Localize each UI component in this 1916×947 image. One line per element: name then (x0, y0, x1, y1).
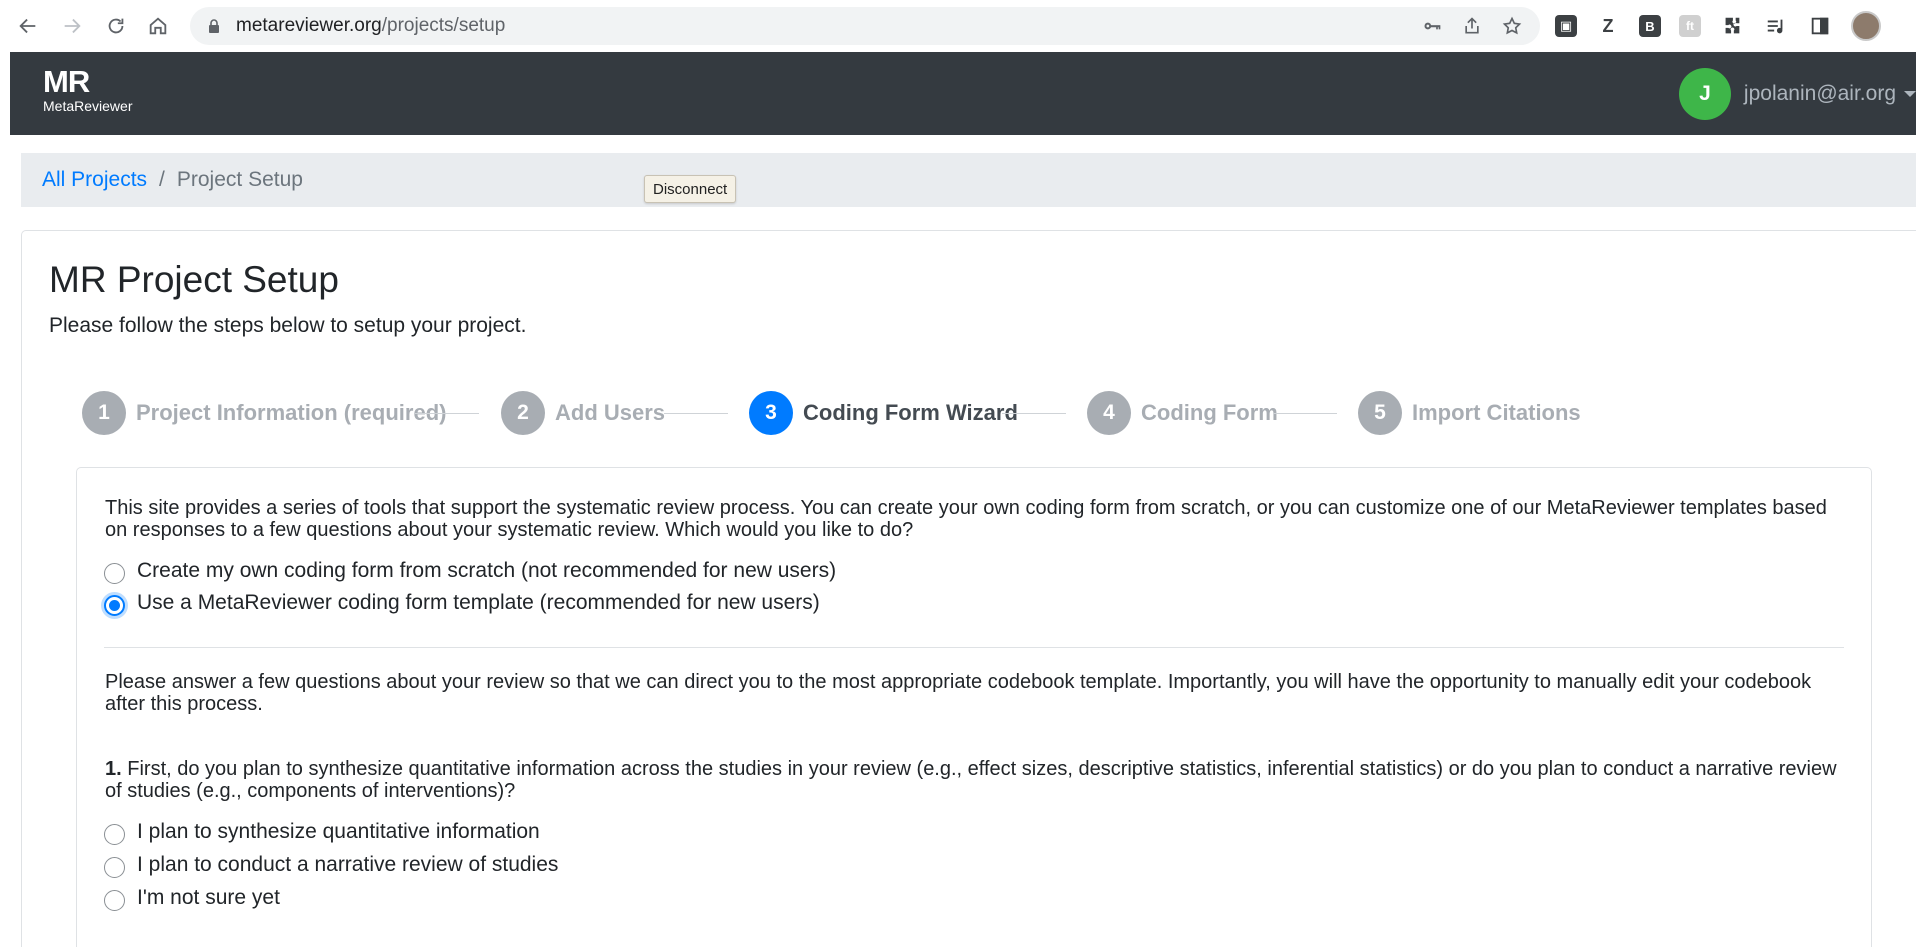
step-import-citations[interactable]: 5 Import Citations (1358, 391, 1581, 435)
user-email[interactable]: jpolanin@air.org (1744, 82, 1896, 106)
star-icon[interactable] (1502, 16, 1522, 36)
wizard-intro: This site provides a series of tools tha… (105, 497, 1827, 541)
user-avatar[interactable]: J (1678, 68, 1731, 120)
step-connector (664, 413, 728, 414)
step-add-users[interactable]: 2 Add Users (501, 391, 665, 435)
wizard-instructions: Please answer a few questions about your… (105, 671, 1812, 715)
key-icon[interactable] (1422, 16, 1442, 36)
url-text: metareviewer.org/projects/setup (236, 15, 506, 36)
radio-not-sure[interactable] (104, 889, 125, 911)
answer-label: I'm not sure yet (137, 886, 280, 909)
step-connector (1273, 413, 1337, 414)
question-1: 1. First, do you plan to synthesize quan… (105, 758, 1845, 802)
option-use-template[interactable]: Use a MetaReviewer coding form template … (104, 591, 820, 616)
option-label: Create my own coding form from scratch (… (137, 559, 837, 582)
extension-b-icon[interactable]: B (1639, 15, 1661, 37)
question-number: 1. (105, 758, 122, 780)
extension-z-icon[interactable]: Z (1595, 13, 1621, 39)
step-connector (1002, 413, 1066, 414)
breadcrumb-current: Project Setup (176, 168, 303, 191)
step-number: 1 (82, 391, 126, 435)
breadcrumb: All Projects / Project Setup (21, 153, 1916, 207)
browser-profile-avatar[interactable] (1851, 11, 1881, 41)
home-icon[interactable] (138, 6, 178, 46)
question-text: First, do you plan to synthesize quantit… (105, 758, 1837, 802)
setup-card: MR Project Setup Please follow the steps… (21, 230, 1916, 947)
step-coding-form-wizard[interactable]: 3 Coding Form Wizard (749, 391, 1018, 435)
lock-icon (209, 19, 219, 33)
extension-square-icon[interactable]: ▣ (1555, 15, 1577, 37)
step-connector (415, 413, 479, 414)
disconnect-tooltip[interactable]: Disconnect (644, 175, 737, 203)
puzzle-icon[interactable] (1719, 13, 1745, 39)
forward-icon[interactable] (52, 6, 92, 46)
playlist-icon[interactable] (1763, 13, 1789, 39)
brand-name: MetaReviewer (43, 98, 133, 114)
share-icon[interactable] (1462, 16, 1482, 36)
radio-quantitative[interactable] (104, 823, 125, 845)
answer-narrative[interactable]: I plan to conduct a narrative review of … (104, 853, 559, 878)
answer-label: I plan to conduct a narrative review of … (137, 853, 559, 876)
breadcrumb-all-projects[interactable]: All Projects (42, 168, 147, 192)
address-bar[interactable]: metareviewer.org/projects/setup (190, 7, 1540, 45)
brand-logo[interactable]: MR MetaReviewer (43, 64, 133, 115)
step-label: Add Users (555, 400, 666, 425)
side-panel-icon[interactable] (1807, 13, 1833, 39)
browser-toolbar: metareviewer.org/projects/setup ▣ Z B ft (0, 0, 1916, 52)
answer-not-sure[interactable]: I'm not sure yet (104, 886, 280, 911)
extension-faded-icon[interactable]: ft (1679, 15, 1701, 37)
user-menu[interactable]: J jpolanin@air.org (1678, 68, 1916, 120)
page-subtitle: Please follow the steps below to setup y… (49, 314, 527, 337)
option-create-own-form[interactable]: Create my own coding form from scratch (… (104, 559, 837, 584)
step-number: 4 (1087, 391, 1131, 435)
step-label: Coding Form (1141, 400, 1278, 425)
step-label: Coding Form Wizard (803, 400, 1018, 425)
page-title: MR Project Setup (49, 259, 339, 300)
breadcrumb-separator: / (159, 168, 165, 191)
brand-mark: MR (43, 64, 90, 99)
step-label: Import Citations (1412, 400, 1581, 425)
step-number: 2 (501, 391, 545, 435)
section-divider (104, 647, 1844, 648)
step-project-information[interactable]: 1 Project Information (required) (82, 391, 446, 435)
step-number: 5 (1358, 391, 1402, 435)
answer-quantitative[interactable]: I plan to synthesize quantitative inform… (104, 820, 540, 845)
radio-narrative[interactable] (104, 856, 125, 878)
step-coding-form[interactable]: 4 Coding Form (1087, 391, 1278, 435)
answer-label: I plan to synthesize quantitative inform… (137, 820, 540, 843)
option-label: Use a MetaReviewer coding form template … (137, 591, 820, 614)
setup-stepper: 1 Project Information (required) 2 Add U… (82, 391, 1902, 441)
app-navbar: MR MetaReviewer J jpolanin@air.org (10, 52, 1916, 135)
wizard-panel: This site provides a series of tools tha… (76, 467, 1872, 947)
step-label: Project Information (required) (136, 400, 447, 425)
step-number: 3 (749, 391, 793, 435)
reload-icon[interactable] (96, 6, 136, 46)
radio-create-own[interactable] (104, 562, 125, 584)
chevron-down-icon[interactable] (1904, 91, 1916, 97)
radio-use-template[interactable] (104, 594, 125, 616)
back-icon[interactable] (8, 6, 48, 46)
